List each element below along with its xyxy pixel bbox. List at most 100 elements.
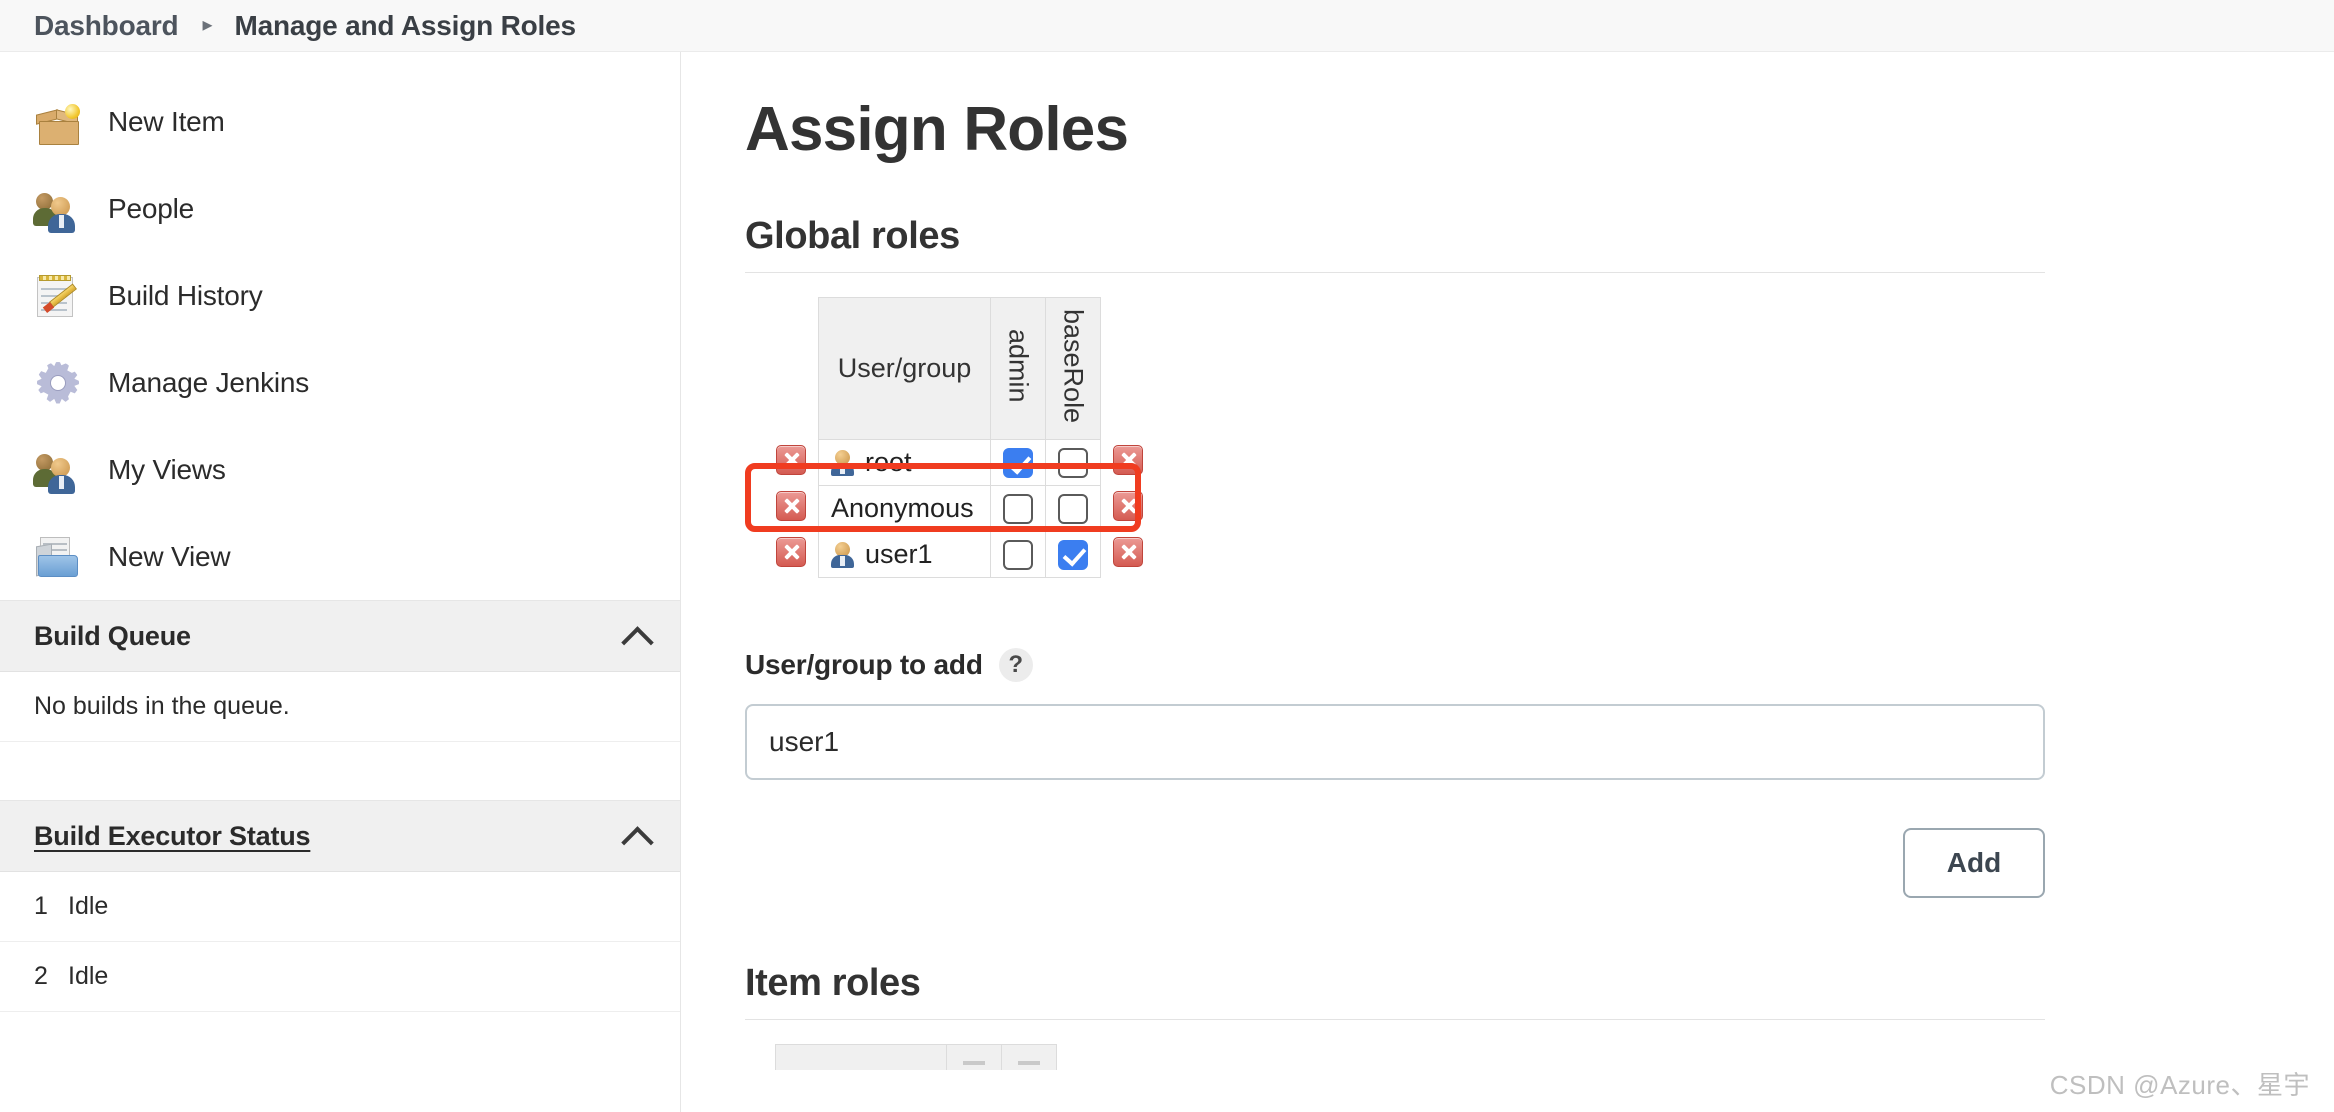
delete-x-icon[interactable] (776, 445, 806, 475)
help-icon[interactable]: ? (998, 648, 1033, 682)
sidebar: New Item People Build History Manage Jen… (0, 52, 681, 1112)
item-roles-column-user-group (775, 1044, 947, 1070)
breadcrumb-item-dashboard[interactable]: Dashboard (34, 10, 179, 42)
baserole-checkbox[interactable] (1058, 493, 1088, 524)
admin-checkbox-cell[interactable] (990, 485, 1046, 532)
sidebar-item-manage-jenkins[interactable]: Manage Jenkins (0, 339, 680, 426)
user-group-input[interactable]: user1 (745, 704, 2045, 780)
baserole-checkbox[interactable] (1058, 539, 1088, 570)
watermark: CSDN @Azure、星宇 (2049, 1070, 2310, 1100)
baserole-checkbox-cell[interactable] (1045, 439, 1101, 486)
sidebar-spacer (0, 742, 680, 800)
build-executor-status-header[interactable]: Build Executor Status (0, 800, 680, 872)
delete-row-cell-right (1101, 440, 1145, 486)
executor-status: Idle (68, 892, 109, 920)
admin-checkbox-cell[interactable] (990, 439, 1046, 486)
executor-number: 1 (34, 892, 48, 920)
sidebar-item-label: New Item (108, 105, 225, 137)
column-header-user-group: User/group (818, 297, 991, 440)
item-roles-column-2 (1002, 1044, 1057, 1070)
header-delete-spacer (1101, 298, 1145, 440)
delete-x-icon[interactable] (1113, 537, 1143, 567)
user-group-cell: user1 (818, 531, 991, 578)
people-icon (33, 446, 82, 494)
people-icon (33, 185, 82, 233)
sidebar-item-new-item[interactable]: New Item (0, 78, 680, 165)
baserole-checkbox-cell[interactable] (1045, 485, 1101, 532)
notepad-pencil-icon (34, 272, 82, 320)
new-item-box-icon (34, 98, 82, 146)
item-roles-table (775, 1044, 1065, 1070)
chevron-up-icon[interactable] (620, 819, 654, 853)
user-group-name: user1 (865, 539, 933, 569)
sidebar-item-build-history[interactable]: Build History (0, 252, 680, 339)
build-queue-header[interactable]: Build Queue (0, 600, 680, 672)
user-group-cell: root (818, 439, 991, 486)
admin-checkbox-cell[interactable] (990, 531, 1046, 578)
delete-row-cell-left (775, 486, 819, 532)
gear-icon (34, 359, 82, 407)
item-roles-column-1 (947, 1044, 1002, 1070)
table-header-row: User/group admin baseRole (775, 297, 1145, 440)
admin-checkbox[interactable] (1003, 493, 1033, 524)
sidebar-item-label: My Views (108, 453, 226, 485)
add-button[interactable]: Add (1903, 828, 2045, 898)
sidebar-item-label: Manage Jenkins (108, 366, 310, 398)
build-queue-empty-message: No builds in the queue. (0, 672, 680, 742)
user-avatar-icon (831, 450, 854, 476)
delete-row-cell-left (775, 440, 819, 486)
user-group-name: Anonymous (831, 493, 974, 523)
sidebar-item-people[interactable]: People (0, 165, 680, 252)
executor-row[interactable]: 2 Idle (0, 942, 680, 1012)
add-user-field-label-row: User/group to add ? (745, 648, 2334, 682)
add-user-field-label: User/group to add (745, 649, 983, 680)
chevron-up-icon[interactable] (620, 619, 654, 653)
table-row: root (775, 439, 1145, 486)
sidebar-nav-list: New Item People Build History Manage Jen… (0, 52, 680, 600)
global-roles-table-body: root Anonymous user1 (775, 439, 1145, 578)
user-group-cell: Anonymous (818, 485, 991, 532)
main-content: Assign Roles Global roles User/group adm… (682, 52, 2334, 1112)
table-row: user1 (775, 531, 1145, 578)
admin-checkbox[interactable] (1003, 447, 1033, 478)
global-roles-table: User/group admin baseRole root Anonymous… (775, 297, 1144, 578)
folder-icon (34, 533, 82, 581)
user-avatar-icon (831, 542, 854, 568)
executor-row[interactable]: 1 Idle (0, 872, 680, 942)
sidebar-item-label: People (108, 192, 194, 224)
build-executor-status-title: Build Executor Status (34, 820, 311, 851)
build-queue-empty-text: No builds in the queue. (34, 692, 290, 720)
column-header-admin: admin (990, 297, 1046, 440)
item-roles-heading: Item roles (745, 962, 2045, 1020)
breadcrumb-item-manage-and-assign-roles[interactable]: Manage and Assign Roles (235, 10, 577, 42)
delete-x-icon[interactable] (776, 537, 806, 567)
page-title: Assign Roles (745, 95, 1129, 164)
delete-row-cell-right (1101, 486, 1145, 532)
delete-x-icon[interactable] (1113, 445, 1143, 475)
delete-x-icon[interactable] (1113, 491, 1143, 521)
admin-checkbox[interactable] (1003, 539, 1033, 570)
sidebar-item-label: Build History (108, 279, 263, 311)
jenkins-assign-roles-page: Dashboard ▸ Manage and Assign Roles New … (0, 0, 2334, 1112)
column-header-baserole-label: baseRole (1058, 308, 1089, 424)
breadcrumb-separator-icon: ▸ (202, 13, 213, 36)
delete-row-cell-right (1101, 532, 1145, 578)
baserole-checkbox[interactable] (1058, 447, 1088, 478)
global-roles-heading: Global roles (745, 215, 2045, 273)
sidebar-item-new-view[interactable]: New View (0, 513, 680, 600)
delete-x-icon[interactable] (776, 491, 806, 521)
delete-row-cell-left (775, 532, 819, 578)
header-delete-spacer (775, 298, 819, 440)
column-header-baserole: baseRole (1045, 297, 1101, 440)
user-group-name: root (865, 447, 912, 477)
user-group-input-value: user1 (769, 726, 840, 757)
add-button-row: Add (745, 828, 2045, 898)
baserole-checkbox-cell[interactable] (1045, 531, 1101, 578)
table-row: Anonymous (775, 485, 1145, 532)
sidebar-item-label: New View (108, 540, 231, 572)
executor-status: Idle (68, 962, 109, 990)
sidebar-item-my-views[interactable]: My Views (0, 426, 680, 513)
breadcrumb: Dashboard ▸ Manage and Assign Roles (0, 0, 2334, 52)
build-queue-title: Build Queue (34, 620, 191, 651)
executor-number: 2 (34, 962, 48, 990)
